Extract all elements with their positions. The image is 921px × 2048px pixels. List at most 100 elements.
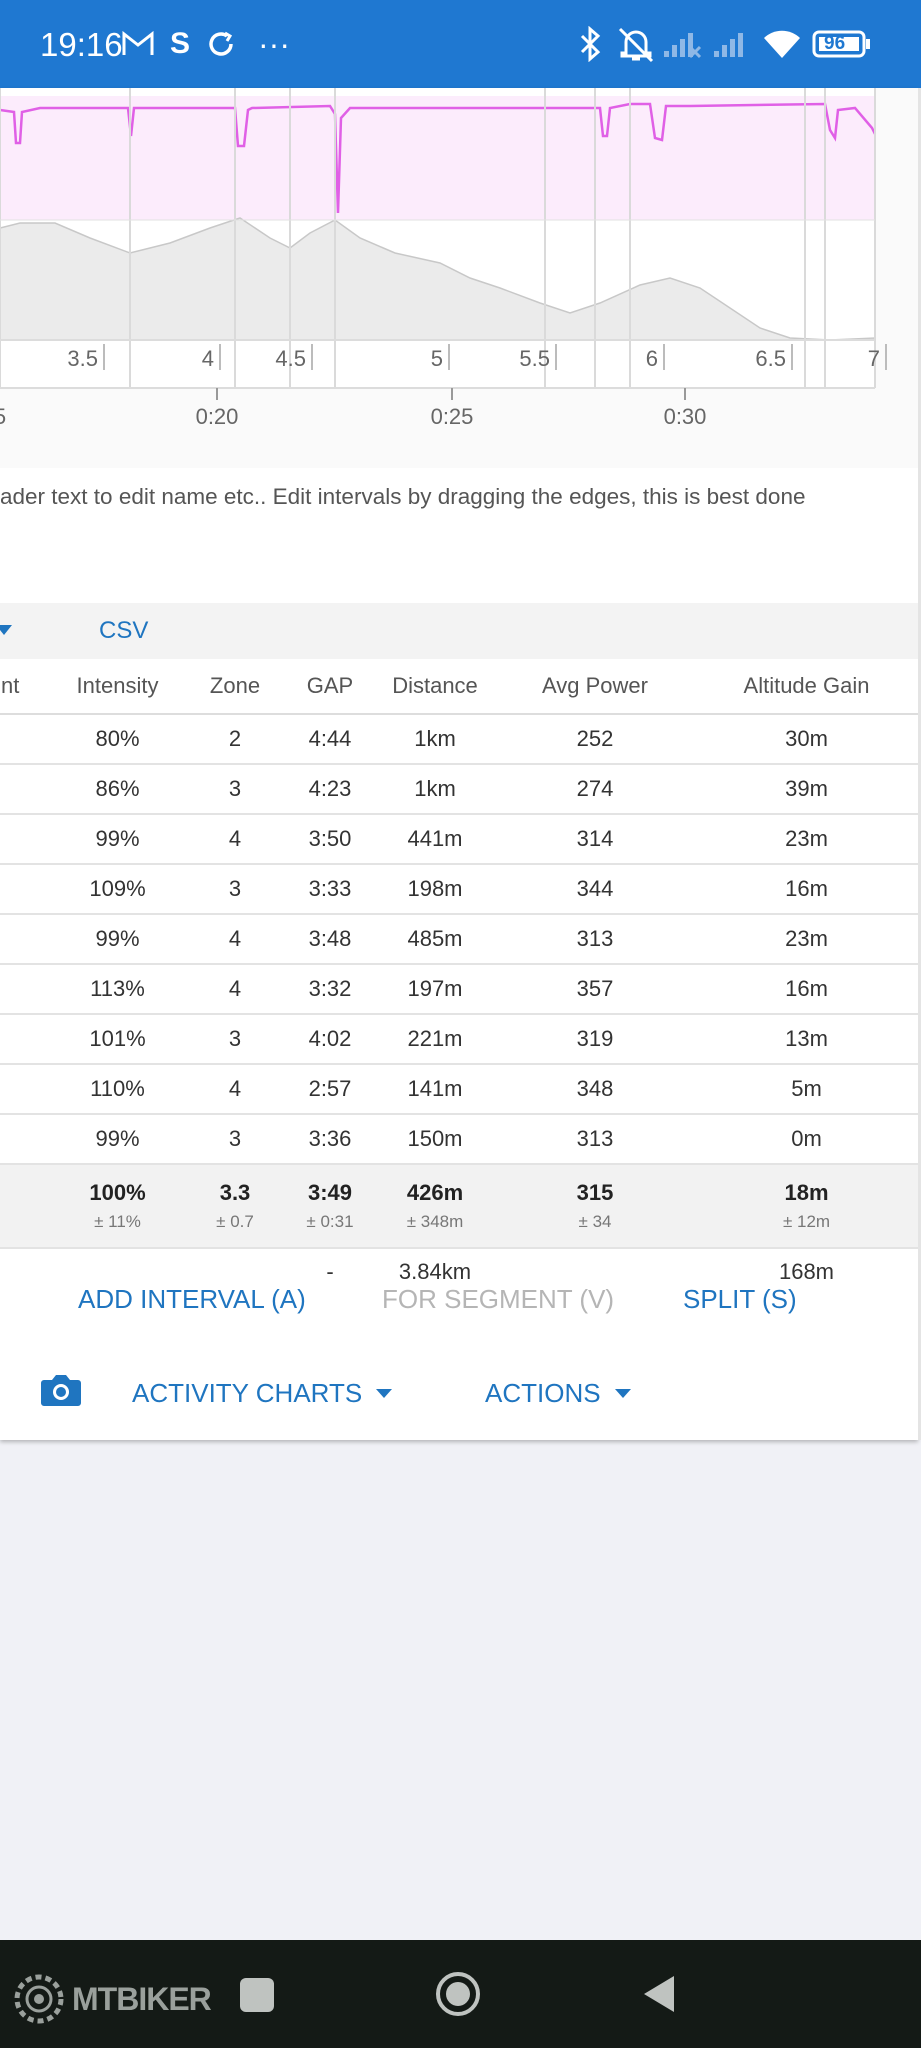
cell-intensity: 113% [50,964,185,1015]
cell-altitude-gain: 39m [695,764,918,815]
activity-charts-dropdown[interactable]: ACTIVITY CHARTS [132,1378,393,1409]
col-header-moment[interactable]: nt [0,659,50,715]
cell-distance: 197m [375,964,495,1015]
table-row[interactable]: 113% 4 3:32 197m 357 16m [0,964,918,1015]
gear-logo-icon [14,1974,64,2024]
distance-tick-label: 4.5 [275,346,306,371]
cell-avg-power: 344 [495,864,695,915]
cell-distance: 141m [375,1064,495,1115]
cell-altitude-gain: 16m [695,964,918,1015]
cell-zone: 4 [185,964,285,1015]
cell-avg-power: 313 [495,1114,695,1165]
cell-gap: 3:36 [285,1114,375,1165]
activity-card: 3.5 4 4.5 5 5.5 6 6.5 7 5 0:20 0:25 0:30 ader text … [0,88,918,1440]
watermark-text: MTBIKER [72,1980,212,2017]
cell-altitude-gain: 23m [695,814,918,865]
distance-tick-label: 6.5 [755,346,786,371]
add-interval-button[interactable]: ADD INTERVAL (A) [78,1284,306,1315]
cell-moment [0,1064,50,1115]
home-icon[interactable] [434,1970,482,2018]
battery-level: 96 [824,33,846,54]
cell-gap: 3:50 [285,814,375,865]
split-button[interactable]: SPLIT (S) [683,1284,797,1315]
table-row[interactable]: 101% 3 4:02 221m 319 13m [0,1014,918,1065]
chevron-down-icon [376,1389,393,1398]
summary-value: 3:49 [307,1180,353,1205]
cell-gap: 4:44 [285,714,375,765]
cell-altitude-gain: 5m [695,1064,918,1115]
cell-intensity: 101% [50,1014,185,1065]
actions-dropdown[interactable]: ACTIONS [485,1378,631,1409]
cell-moment [0,814,50,865]
summary-stddev: ± 0:31 [306,1212,354,1231]
cell-altitude-gain: 0m [695,1114,918,1165]
summary-intensity: 100% ± 11% [50,1164,185,1249]
distance-tick-label: 4 [202,346,214,371]
table-toolbar: CSV [0,603,918,659]
distance-tick-label: 5 [431,346,443,371]
summary-stddev: ± 34 [578,1212,612,1231]
cell-altitude-gain: 13m [695,1014,918,1065]
cell-intensity: 109% [50,864,185,915]
cell-summary-blank [0,1164,50,1249]
table-row[interactable]: 99% 3 3:36 150m 313 0m [0,1114,918,1165]
cell-intensity: 80% [50,714,185,765]
table-row[interactable]: 99% 4 3:50 441m 314 23m [0,814,918,865]
cell-avg-power: 357 [495,964,695,1015]
col-header-distance[interactable]: Distance [375,659,495,715]
cell-distance: 1km [375,714,495,765]
cell-moment [0,864,50,915]
gmail-icon [122,24,154,64]
time-tick-label: 0:25 [431,404,474,429]
watermark: MTBIKER [12,1972,212,2026]
summary-stddev: ± 0.7 [216,1212,254,1231]
cell-intensity: 86% [50,764,185,815]
cell-intensity: 110% [50,1064,185,1115]
back-icon[interactable] [640,1974,680,2014]
cell-altitude-gain: 23m [695,914,918,965]
table-row[interactable]: 99% 4 3:48 485m 313 23m [0,914,918,965]
csv-button[interactable]: CSV [99,617,148,645]
chevron-down-icon [614,1389,631,1398]
wifi-icon [762,24,802,64]
cell-altitude-gain: 30m [695,714,918,765]
signal-sim1-icon [662,24,702,64]
refresh-icon [206,24,236,64]
col-header-gap[interactable]: GAP [285,659,375,715]
interval-chart[interactable]: 3.5 4 4.5 5 5.5 6 6.5 7 5 0:20 0:25 0:30 [0,88,918,468]
table-row[interactable]: 80% 2 4:44 1km 252 30m [0,714,918,765]
table-row[interactable]: 109% 3 3:33 198m 344 16m [0,864,918,915]
summary-stddev: ± 348m [406,1212,464,1231]
cell-gap: 3:33 [285,864,375,915]
cell-gap: 3:32 [285,964,375,1015]
summary-value: 18m [784,1180,829,1205]
cell-moment [0,714,50,765]
cell-distance: 1km [375,764,495,815]
dropdown-caret-icon[interactable] [0,625,12,635]
cell-zone: 3 [185,1114,285,1165]
clock: 19:16 [40,26,123,63]
table-row[interactable]: 110% 4 2:57 141m 348 5m [0,1064,918,1115]
cell-distance: 441m [375,814,495,865]
col-header-avg-power[interactable]: Avg Power [495,659,695,715]
time-tick-label: 0:20 [196,404,239,429]
cell-moment [0,1114,50,1165]
help-text: ader text to edit name etc.. Edit interv… [0,484,806,509]
summary-distance: 426m ± 348m [375,1164,495,1249]
power-panel [0,96,875,220]
col-header-intensity[interactable]: Intensity [50,659,185,715]
for-segment-button[interactable]: FOR SEGMENT (V) [382,1284,614,1315]
cell-zone: 4 [185,814,285,865]
cell-avg-power: 252 [495,714,695,765]
time-tick-label: 0:30 [664,404,707,429]
summary-avg-power: 315 ± 34 [495,1164,695,1249]
camera-button[interactable] [40,1372,82,1408]
intervals-table: nt Intensity Zone GAP Distance Avg Power… [0,659,918,1295]
cell-gap: 2:57 [285,1064,375,1115]
table-row[interactable]: 86% 3 4:23 1km 274 39m [0,764,918,815]
cell-gap: 4:23 [285,764,375,815]
col-header-zone[interactable]: Zone [185,659,285,715]
recents-icon[interactable] [240,1978,274,2012]
cell-distance: 485m [375,914,495,965]
col-header-altitude-gain[interactable]: Altitude Gain [695,659,918,715]
